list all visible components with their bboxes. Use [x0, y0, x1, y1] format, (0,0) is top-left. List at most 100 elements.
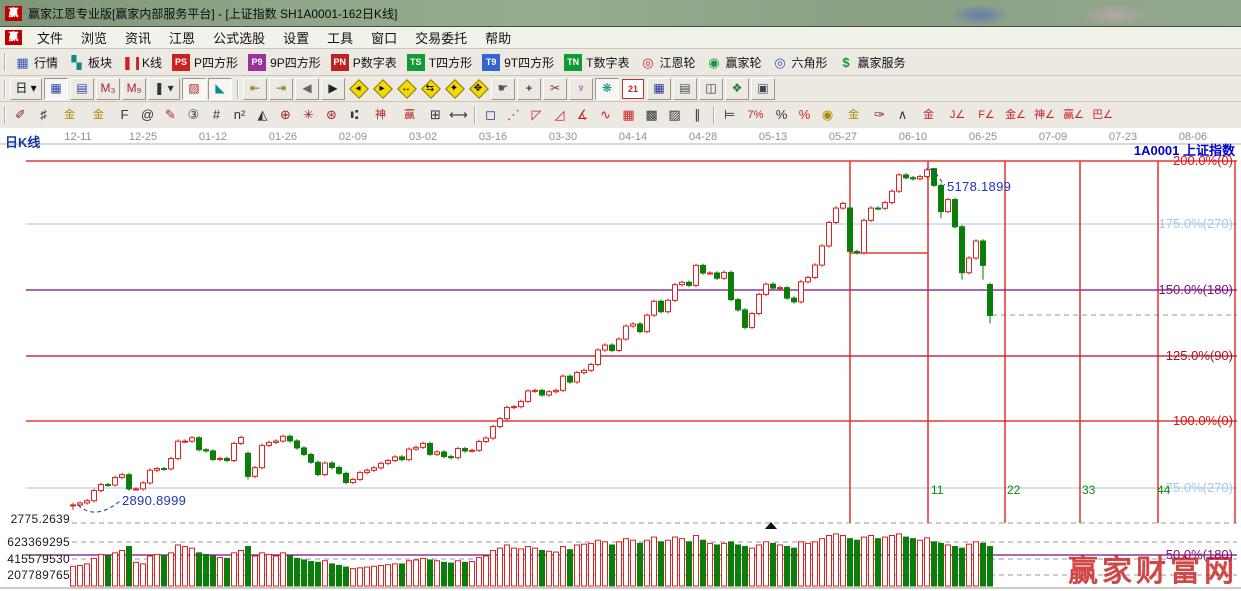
gann-star-tool[interactable]: ✳: [298, 105, 319, 125]
gold-red-tool[interactable]: 金: [915, 105, 942, 125]
fan-box-tool[interactable]: ◸: [526, 105, 547, 125]
blue-rect-tool[interactable]: ◻: [480, 105, 501, 125]
gold-circle-tool[interactable]: ◉: [817, 105, 838, 125]
gann-shape-button[interactable]: ♆: [569, 78, 593, 100]
skip-end-button[interactable]: ⇥: [269, 78, 293, 100]
angle-shen-tool[interactable]: 神∠: [1031, 105, 1058, 125]
volume-bar: [659, 542, 664, 586]
red-pencil-tool[interactable]: ✎: [160, 105, 181, 125]
circle-3-tool[interactable]: ③: [183, 105, 204, 125]
quotes-button[interactable]: ▦行情: [14, 54, 58, 71]
compress-button[interactable]: ✦: [443, 79, 465, 99]
menu-item-10[interactable]: 帮助: [476, 28, 520, 47]
gold-lines-tool[interactable]: 金: [840, 105, 867, 125]
zoom-out-button[interactable]: ↔: [395, 79, 417, 99]
expand-button[interactable]: ✥: [467, 79, 489, 99]
golden-section-v-tool[interactable]: 金: [85, 105, 112, 125]
shen-lines-tool[interactable]: 神: [367, 105, 394, 125]
calendar-button[interactable]: 21: [622, 79, 644, 99]
tick-mark-tool[interactable]: ⑆: [344, 105, 365, 125]
notes-button[interactable]: ▤: [673, 78, 697, 100]
sectors-button[interactable]: ▚板块: [68, 54, 112, 71]
gann-compass-tool[interactable]: ⊕: [275, 105, 296, 125]
grid-123-tool[interactable]: ⊞: [425, 105, 446, 125]
n-squared-tool[interactable]: n²: [229, 105, 250, 125]
menu-item-3[interactable]: 资讯: [116, 28, 160, 47]
shift-left-button[interactable]: ◂: [347, 79, 369, 99]
window-layout-button[interactable]: ▦: [44, 78, 68, 100]
candle-body: [694, 265, 699, 285]
angle-gold-tool[interactable]: 金∠: [1002, 105, 1029, 125]
red-grid-tool[interactable]: ▦: [618, 105, 639, 125]
p-number-table-button[interactable]: PNP数字表: [331, 54, 397, 71]
winner-service-button[interactable]: $赢家服务: [838, 54, 906, 71]
t-number-table-button[interactable]: TNT数字表: [564, 54, 629, 71]
angle-ying-tool[interactable]: 赢∠: [1060, 105, 1087, 125]
angle-j-tool[interactable]: J∠: [944, 105, 971, 125]
next-bar-button[interactable]: ▶: [321, 78, 345, 100]
three-pane-button[interactable]: M₃: [96, 78, 120, 100]
t-square-button[interactable]: TST四方形: [407, 54, 472, 71]
parallel-lines-tool[interactable]: ∥: [687, 105, 708, 125]
candle-body: [806, 277, 811, 281]
percent-7-tool[interactable]: 7%: [742, 105, 769, 125]
measure-scale-tool[interactable]: ⊨: [719, 105, 740, 125]
pattern-grid-button[interactable]: ▨: [182, 78, 206, 100]
hexagon-button[interactable]: ◎六角形: [772, 54, 828, 71]
angle-f-tool[interactable]: F∠: [973, 105, 1000, 125]
wave-tool[interactable]: ∧: [892, 105, 913, 125]
fan-box-filled-tool[interactable]: ◿: [549, 105, 570, 125]
export-button[interactable]: ▣: [751, 78, 775, 100]
golden-section-h-tool[interactable]: 金: [56, 105, 83, 125]
nine-p-square-button[interactable]: P99P四方形: [248, 54, 321, 71]
menu-item-4[interactable]: 江恩: [160, 28, 204, 47]
spiral-tool[interactable]: @: [137, 105, 158, 125]
candle-style-selector[interactable]: ❚ ▾: [148, 78, 180, 100]
black-grid-tool[interactable]: ▩: [641, 105, 662, 125]
nine-pane-button[interactable]: M₉: [122, 78, 146, 100]
zoom-in-button[interactable]: ⇆: [419, 79, 441, 99]
gann-wheel-button[interactable]: ◎江恩轮: [639, 54, 695, 71]
calculator-button[interactable]: ▦: [647, 78, 671, 100]
percent-tool[interactable]: %: [771, 105, 792, 125]
menu-item-2[interactable]: 浏览: [72, 28, 116, 47]
save-button[interactable]: ◫: [699, 78, 723, 100]
info-panel-button[interactable]: ▤: [70, 78, 94, 100]
brush-tool[interactable]: ✑: [869, 105, 890, 125]
profile-chart-button[interactable]: ◣: [208, 78, 232, 100]
menu-item-1[interactable]: 文件: [28, 28, 72, 47]
kline-button[interactable]: ❚❚K线: [122, 54, 162, 71]
ying-lines-tool[interactable]: 赢: [396, 105, 423, 125]
menu-item-9[interactable]: 交易委托: [406, 28, 476, 47]
data-download-button[interactable]: ❖: [725, 78, 749, 100]
period-day-selector[interactable]: 日 ▾: [10, 78, 42, 100]
menu-item-5[interactable]: 公式选股: [204, 28, 274, 47]
menu-item-6[interactable]: 设置: [274, 28, 318, 47]
angle-ba-tool[interactable]: 巴∠: [1089, 105, 1116, 125]
skip-start-button[interactable]: ⇤: [243, 78, 267, 100]
grid-lines-tool[interactable]: ♯: [33, 105, 54, 125]
zigzag-tool[interactable]: ∿: [595, 105, 616, 125]
nine-t-square-button[interactable]: T99T四方形: [482, 54, 554, 71]
shift-right-button[interactable]: ▸: [371, 79, 393, 99]
grid-pen-tool[interactable]: ▨: [664, 105, 685, 125]
fibonacci-tool[interactable]: F: [114, 105, 135, 125]
p-square-button[interactable]: PSP四方形: [172, 54, 238, 71]
hand-tool-button[interactable]: ☛: [491, 78, 515, 100]
gann-web-tool[interactable]: ⊛: [321, 105, 342, 125]
crosshair-button[interactable]: +: [517, 78, 541, 100]
angle-a-tool[interactable]: ◭: [252, 105, 273, 125]
menu-item-8[interactable]: 窗口: [362, 28, 406, 47]
prev-bar-button[interactable]: ◀: [295, 78, 319, 100]
hash-tool[interactable]: #: [206, 105, 227, 125]
chart-area[interactable]: 日K线 1A0001 上证指数 2890.8999 5178.1899 赢家财富…: [0, 128, 1241, 591]
eraser-knife-tool[interactable]: ✐: [10, 105, 31, 125]
annotate-cut-button[interactable]: ✂: [543, 78, 567, 100]
winner-wheel-button[interactable]: ◉赢家轮: [705, 54, 761, 71]
menu-item-7[interactable]: 工具: [318, 28, 362, 47]
width-arrow-tool[interactable]: ⟷: [448, 105, 469, 125]
smart-analysis-button[interactable]: ❋: [595, 78, 619, 100]
percent-line-tool[interactable]: %: [794, 105, 815, 125]
fan-lines-tool[interactable]: ⋰: [503, 105, 524, 125]
small-fan-tool[interactable]: ∡: [572, 105, 593, 125]
